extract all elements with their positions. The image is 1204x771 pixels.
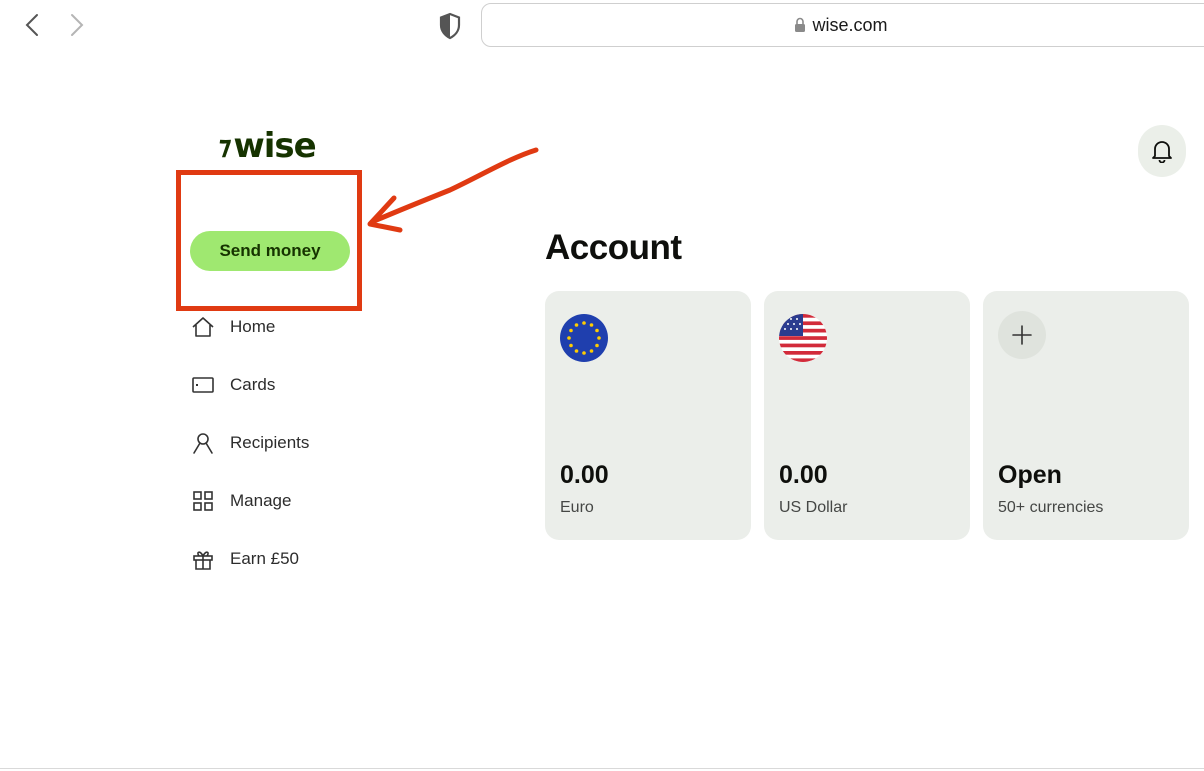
address-bar[interactable]: wise.com [481,3,1204,47]
shield-icon[interactable] [438,12,462,40]
sidebar-item-manage[interactable]: Manage [190,485,291,517]
chevron-right-icon [71,14,84,36]
page-title: Account [545,228,682,267]
divider [0,768,1204,769]
balance-card-eur[interactable]: 0.00 Euro [545,291,751,540]
sidebar-item-home[interactable]: Home [190,311,275,343]
forward-button[interactable] [65,8,89,42]
sidebar-item-label: Recipients [230,433,310,452]
plus-icon [998,311,1046,359]
send-money-button[interactable]: Send money [190,231,350,271]
sidebar-item-label: Manage [230,491,292,510]
currencies-count: 50+ currencies [998,499,1104,516]
balance-amount: 0.00 [779,461,828,489]
annotation-arrow [367,147,539,233]
logo-text: wise [233,126,316,166]
sidebar-item-earn[interactable]: Earn £50 [190,543,299,575]
home-icon [190,314,216,340]
wise-logo[interactable]: ⁊ wise [215,126,317,166]
bell-icon [1152,141,1172,163]
sidebar-item-label: Earn £50 [230,549,299,568]
recipients-icon [190,430,216,456]
sidebar-item-cards[interactable]: Cards [190,369,275,401]
grid-icon [190,488,216,514]
url-text: wise.com [812,14,888,35]
card-icon [190,372,216,398]
chevron-left-icon [25,14,38,36]
gift-icon [190,546,216,572]
sidebar-item-recipients[interactable]: Recipients [190,427,309,459]
balance-amount: 0.00 [560,461,609,489]
currency-name: US Dollar [779,499,848,516]
us-flag-icon [779,314,827,362]
open-label: Open [998,461,1062,489]
sidebar-item-label: Home [230,317,276,336]
balance-card-usd[interactable]: 0.00 US Dollar [764,291,970,540]
lock-icon [795,17,806,32]
back-button[interactable] [20,8,44,42]
sidebar-item-label: Cards [230,375,276,394]
open-currency-card[interactable]: Open 50+ currencies [983,291,1189,540]
notifications-button[interactable] [1138,125,1186,177]
wise-flag-icon: ⁊ [215,131,234,161]
currency-name: Euro [560,499,594,516]
eu-flag-icon [560,314,608,362]
